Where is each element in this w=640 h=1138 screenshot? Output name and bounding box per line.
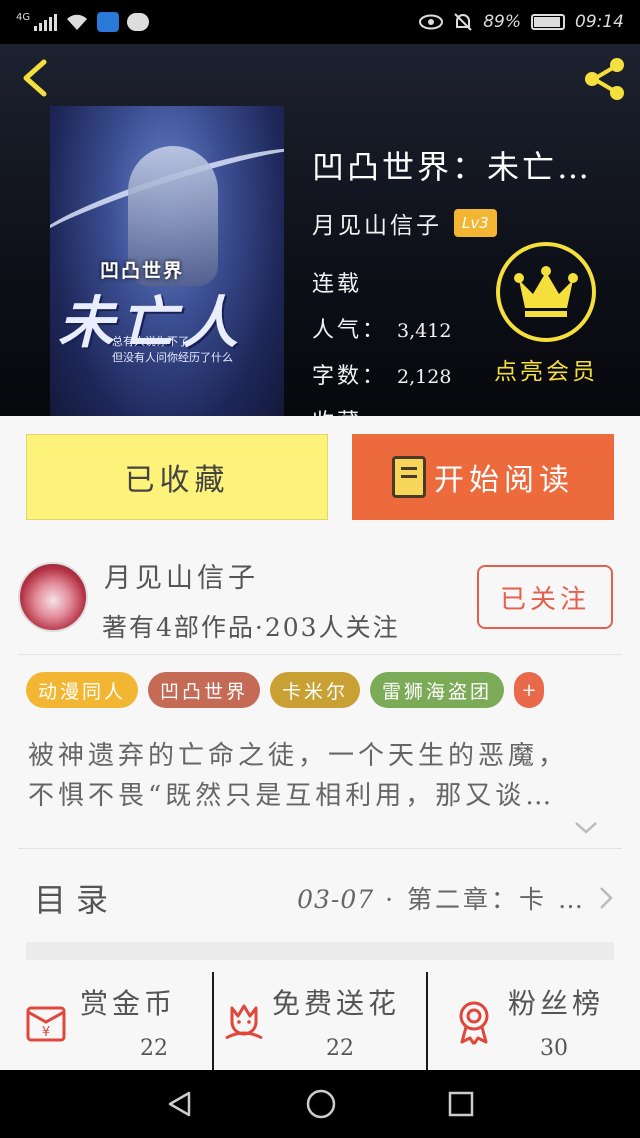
collect-count-row: 收藏 xyxy=(312,404,362,416)
vip-button[interactable]: 点亮会员 xyxy=(490,242,602,386)
book-description[interactable]: 被神遗弃的亡命之徒，一个天生的恶魔， 不惧不畏“既然只是互相利用，那又谈… xyxy=(28,736,618,816)
stat-label: 赏金币 xyxy=(80,987,177,1020)
author-card-info: 著有4部作品·203人关注 xyxy=(102,613,400,642)
chevron-down-icon[interactable] xyxy=(572,818,600,838)
start-reading-button[interactable]: 开始阅读 xyxy=(352,434,614,520)
book-cover[interactable]: 凹凸世界 未亡人 总有人说你不了 但没有人问你经历了什么 xyxy=(50,106,284,416)
start-reading-label: 开始阅读 xyxy=(434,463,574,498)
stats-bar: ¥ 赏金币 22 免费送花 22 粉丝榜 30 xyxy=(0,972,640,1070)
latest-chapter-date: 03-07 xyxy=(297,885,375,914)
word-count-label: 字数： xyxy=(312,364,388,389)
popularity-value: 3,412 xyxy=(397,320,452,342)
fan-ranking-button[interactable]: 粉丝榜 30 xyxy=(426,972,640,1070)
cover-tagline-line-2: 但没有人问你经历了什么 xyxy=(112,351,233,364)
wifi-icon xyxy=(67,14,88,30)
description-line-2: 不惧不畏“既然只是互相利用，那又谈… xyxy=(28,781,556,811)
chevron-right-icon xyxy=(600,887,613,909)
collected-button[interactable]: 已收藏 xyxy=(26,434,328,520)
message-icon xyxy=(127,13,150,31)
stat-label: 免费送花 xyxy=(272,987,401,1020)
popularity-label: 人气： xyxy=(312,318,388,343)
book-header: 凹凸世界 未亡人 总有人说你不了 但没有人问你经历了什么 凹凸世界：未亡… 月见… xyxy=(0,44,640,416)
description-line-1: 被神遗弃的亡命之徒，一个天生的恶魔， xyxy=(28,741,569,771)
divider xyxy=(18,654,622,655)
book-author[interactable]: 月见山信子 xyxy=(312,206,442,240)
medal-icon xyxy=(459,1001,489,1045)
latest-chapter: 03-07 · 第二章：卡 … xyxy=(297,880,586,916)
battery-icon xyxy=(531,14,565,30)
cover-tagline-line-1: 总有人说你不了 xyxy=(112,335,189,348)
system-navigation-bar xyxy=(0,1070,640,1138)
latest-chapter-title: 第二章：卡 … xyxy=(407,885,586,914)
section-separator xyxy=(26,942,614,960)
latest-chapter-separator: · xyxy=(374,885,408,914)
reward-coins-button[interactable]: ¥ 赏金币 22 xyxy=(0,972,212,1070)
word-count-row: 字数： 2,128 xyxy=(312,358,451,390)
red-envelope-icon: ¥ xyxy=(26,1006,66,1042)
stat-value: 22 xyxy=(140,1036,168,1061)
clock: 09:14 xyxy=(575,12,624,32)
book-author-row: 月见山信子 Lv3 xyxy=(312,206,497,240)
crown-icon xyxy=(514,266,578,317)
vip-crown-circle xyxy=(496,242,596,342)
mute-icon xyxy=(454,13,472,31)
eye-icon xyxy=(419,14,444,30)
back-icon[interactable] xyxy=(14,56,54,100)
stat-value: 22 xyxy=(326,1036,354,1061)
catalog-row[interactable]: 目录 03-07 · 第二章：卡 … xyxy=(26,858,614,938)
nav-back-icon[interactable] xyxy=(165,1089,195,1119)
status-bar: 4G 89% 09:14 xyxy=(0,0,640,44)
cover-tagline: 总有人说你不了 但没有人问你经历了什么 xyxy=(112,334,233,366)
flower-icon xyxy=(225,1004,263,1040)
share-icon[interactable] xyxy=(580,54,630,104)
nav-home-icon[interactable] xyxy=(305,1088,337,1120)
author-avatar[interactable] xyxy=(18,562,88,632)
author-card-name[interactable]: 月见山信子 xyxy=(104,556,259,595)
serial-status: 连载 xyxy=(312,272,363,297)
signal-icon xyxy=(34,13,58,31)
popularity-row: 人气： 3,412 xyxy=(312,312,451,344)
level-badge: Lv3 xyxy=(454,209,497,237)
network-type: 4G xyxy=(16,12,31,23)
tag-list: 动漫同人 凹凸世界 卡米尔 雷狮海盗团 + xyxy=(26,672,545,708)
nav-recents-icon[interactable] xyxy=(447,1090,475,1118)
word-count-value: 2,128 xyxy=(397,366,452,388)
vip-label: 点亮会员 xyxy=(494,359,598,385)
tag-pill[interactable]: 凹凸世界 xyxy=(148,672,261,708)
catalog-title: 目录 xyxy=(34,881,119,919)
svg-text:¥: ¥ xyxy=(42,1025,50,1040)
tag-pill[interactable]: 动漫同人 xyxy=(26,672,139,708)
battery-percent: 89% xyxy=(483,12,521,32)
tag-pill[interactable]: 卡米尔 xyxy=(270,672,361,708)
stat-label: 粉丝榜 xyxy=(508,987,605,1020)
book-title: 凹凸世界：未亡… xyxy=(312,148,593,186)
stat-value: 30 xyxy=(540,1036,568,1061)
book-icon xyxy=(392,456,426,498)
follow-button[interactable]: 已关注 xyxy=(477,565,613,629)
free-flower-button[interactable]: 免费送花 22 xyxy=(212,972,426,1070)
tag-pill[interactable]: 雷狮海盗团 xyxy=(370,672,505,708)
app-notification-icon xyxy=(97,12,120,32)
divider xyxy=(18,848,622,849)
more-tags-button[interactable]: + xyxy=(514,672,545,708)
